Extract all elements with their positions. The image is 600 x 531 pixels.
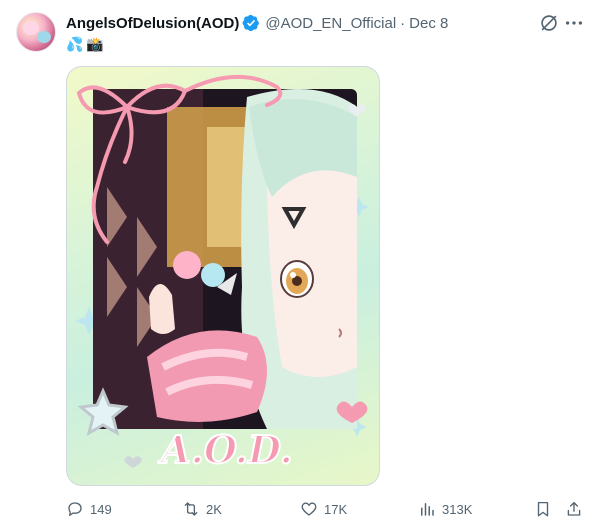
retweet-count: 2K (206, 501, 222, 517)
user-handle[interactable]: @AOD_EN_Official (265, 15, 396, 32)
like-button[interactable]: 17K (300, 497, 347, 521)
share-button[interactable] (565, 497, 583, 521)
views-chart-icon (421, 503, 434, 516)
media-artwork: A.O.D. (75, 75, 369, 473)
avatar[interactable] (16, 12, 56, 52)
reply-icon (68, 502, 82, 517)
retweet-icon (184, 502, 198, 516)
views-count: 313K (442, 501, 473, 517)
reply-button[interactable]: 149 (66, 497, 112, 521)
tweet-media-image[interactable]: A.O.D. (66, 66, 380, 486)
display-name[interactable]: AngelsOfDelusion(AOD) (66, 15, 239, 32)
heart-icon (301, 502, 317, 516)
avatar-detail (23, 21, 39, 35)
sweat-droplets-emoji: 💦 (66, 36, 84, 52)
more-options-icon[interactable] (563, 12, 585, 34)
header-separator: · (400, 14, 406, 32)
tweet-header: AngelsOfDelusion(AOD) @AOD_EN_Official ·… (66, 13, 448, 33)
verified-badge-icon (242, 14, 260, 32)
tweet-actions-bar: 149 2K 17K 313K (0, 497, 600, 521)
bookmark-button[interactable] (534, 497, 552, 521)
views-button[interactable]: 313K (418, 497, 472, 521)
camera-flash-emoji: 📸 (86, 36, 104, 52)
media-overlay-text: A.O.D. (158, 427, 293, 472)
tweet-date[interactable]: Dec 8 (409, 15, 448, 32)
reply-count: 149 (90, 501, 112, 517)
bookmark-icon (537, 501, 549, 517)
tweet-text: 💦 📸 (66, 36, 104, 52)
avatar-detail (37, 31, 51, 43)
retweet-button[interactable]: 2K (182, 497, 222, 521)
grok-icon[interactable] (538, 12, 560, 34)
tweet-card[interactable]: AngelsOfDelusion(AOD) @AOD_EN_Official ·… (0, 0, 600, 531)
like-count: 17K (324, 501, 348, 517)
share-icon (567, 501, 581, 516)
